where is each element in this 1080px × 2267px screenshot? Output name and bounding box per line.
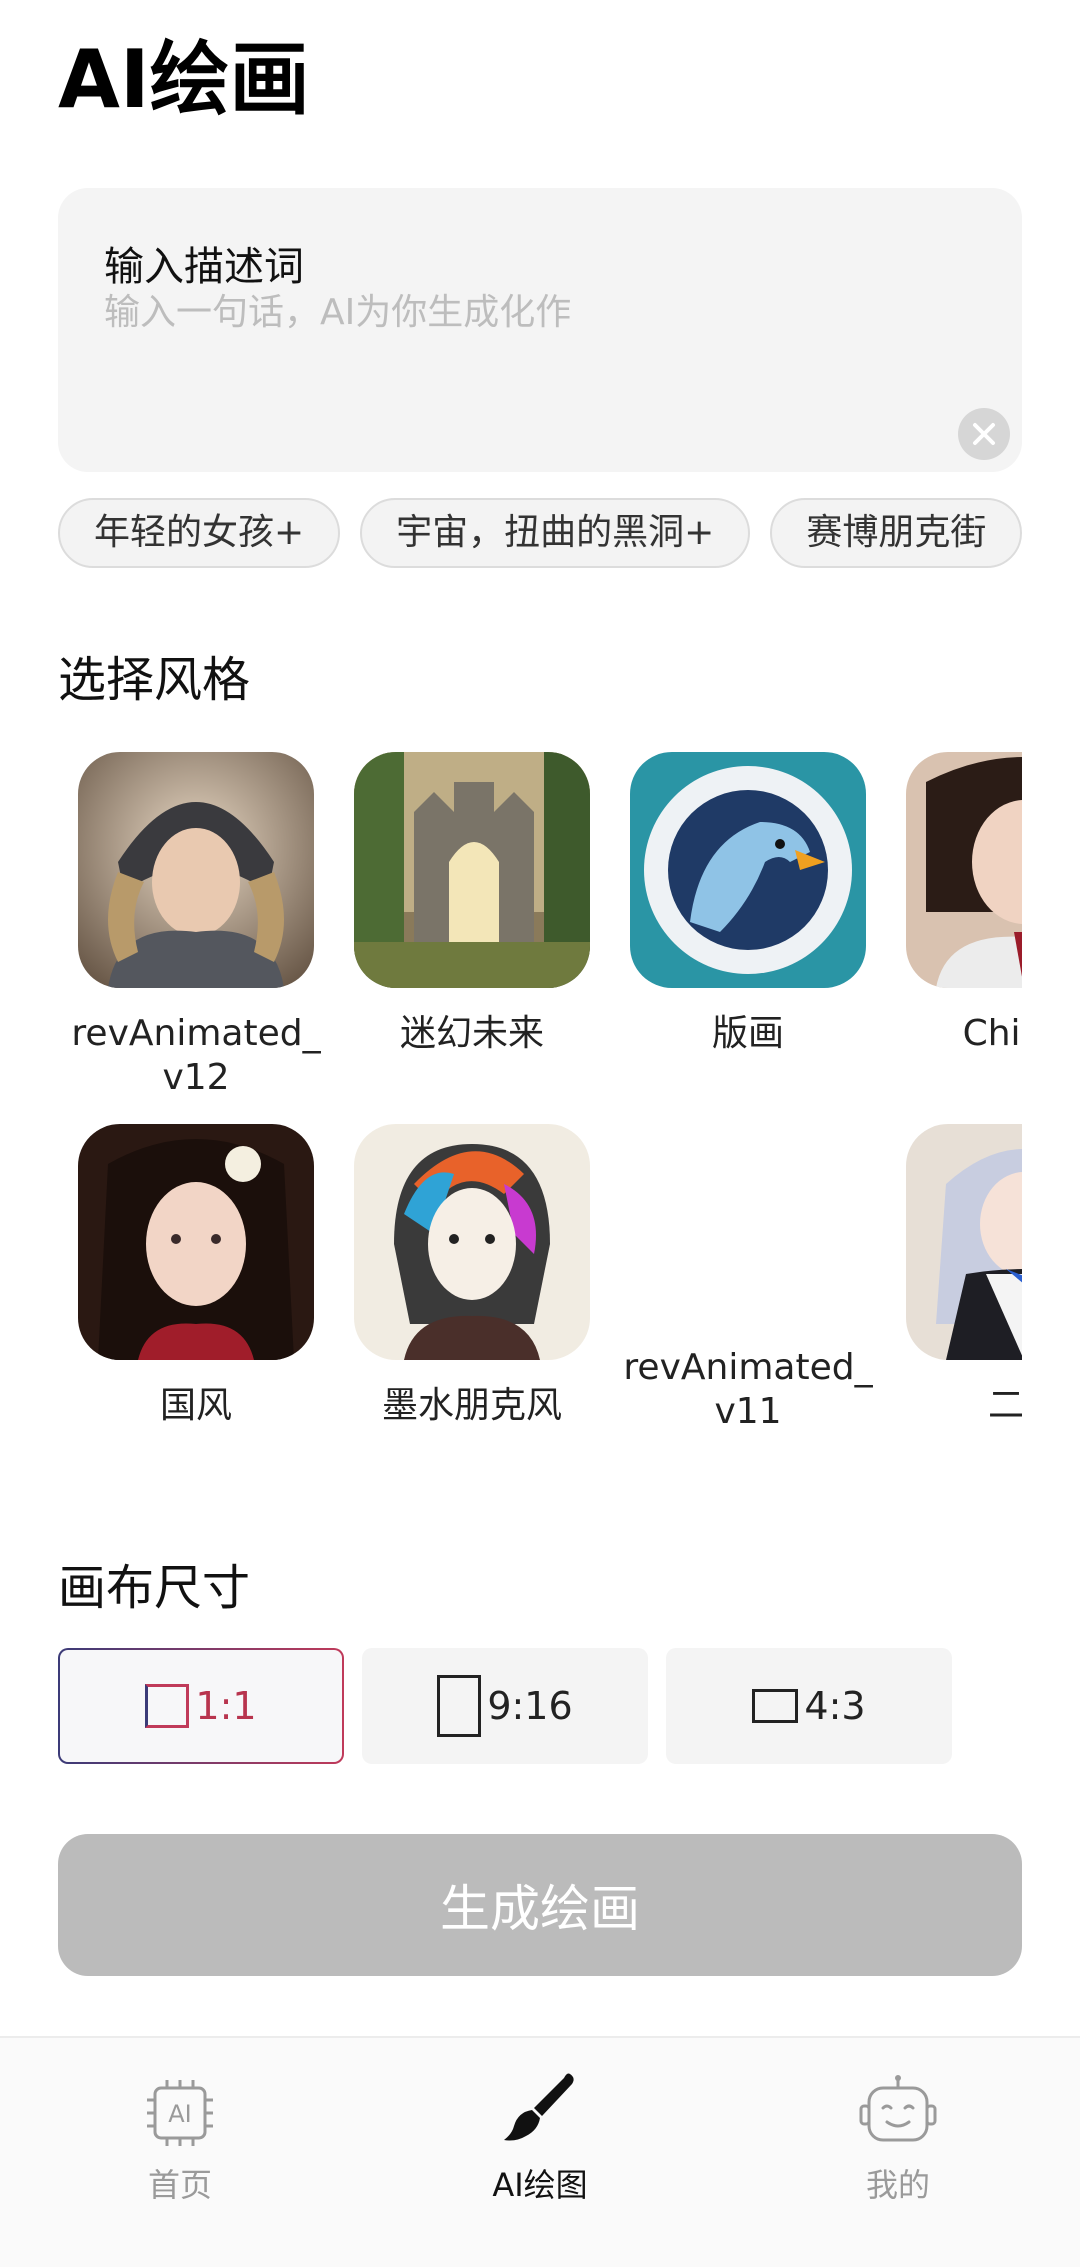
empty-thumbnail (630, 1124, 866, 1360)
style-grid: revAnimated_ v12 迷幻未来 版画 Chi 国风 墨水朋克风 re… (58, 752, 1022, 1492)
nav-item-ai-drawing[interactable]: AI绘图 (440, 2068, 640, 2206)
ratio-option-4-3[interactable]: 4:3 (666, 1648, 952, 1764)
suggestion-chip[interactable]: 年轻的女孩+ (58, 498, 341, 568)
ratio-label: 4:3 (804, 1684, 866, 1728)
paint-brush-icon (504, 2073, 574, 2141)
style-label: 墨水朋克风 (381, 1385, 562, 1426)
style-section-title: 选择风格 (58, 652, 251, 708)
page-title: AI绘画 (58, 33, 310, 126)
armored-knight-girl-image (78, 752, 314, 988)
canvas-size-options: 1:1 9:16 4:3 (58, 1648, 1022, 1764)
robot-face-icon (859, 2075, 937, 2142)
paper-eagle-image (630, 752, 866, 988)
prompt-box[interactable]: 输入描述词 (58, 188, 1022, 472)
nav-item-home[interactable]: AI 首页 (80, 2068, 280, 2206)
style-label: 二次 (987, 1385, 1022, 1426)
style-label: revAnimated_ v12 (71, 1013, 321, 1098)
ratio-option-9-16[interactable]: 9:16 (362, 1648, 648, 1764)
style-item[interactable]: revAnimated_ v12 (58, 752, 334, 1100)
castle-forest-image (354, 752, 590, 988)
style-item[interactable]: 国风 (58, 1124, 334, 1428)
style-item[interactable]: 迷幻未来 (334, 752, 610, 1056)
style-item[interactable]: 墨水朋克风 (334, 1124, 610, 1428)
ratio-option-1-1[interactable]: 1:1 (58, 1648, 344, 1764)
landscape-icon (752, 1689, 799, 1723)
prompt-input[interactable] (104, 292, 954, 333)
suggestion-chip[interactable]: 赛博朋克街 (770, 498, 1022, 568)
anime-maid-image (906, 1124, 1022, 1360)
clear-button[interactable] (958, 408, 1010, 460)
style-label: 版画 (711, 1013, 784, 1054)
ratio-label: 9:16 (487, 1684, 573, 1728)
ai-chip-icon: AI (147, 2080, 213, 2146)
nav-label: 我的 (865, 2166, 930, 2204)
suggestion-chip[interactable]: 宇宙，扭曲的黑洞+ (360, 498, 751, 568)
style-item[interactable]: revAnimated_ v11 (610, 1124, 886, 1434)
bottom-nav: AI 首页 AI绘图 我的 (0, 2036, 1080, 2267)
style-label: 迷幻未来 (399, 1013, 544, 1054)
qipao-girl-image (906, 752, 1022, 988)
ratio-label: 1:1 (195, 1684, 257, 1728)
nav-item-profile[interactable]: 我的 (798, 2068, 998, 2206)
style-item[interactable]: Chillou (886, 752, 1022, 1056)
close-icon (973, 423, 995, 445)
nav-label: AI绘图 (492, 2166, 588, 2204)
prompt-suggestions: 年轻的女孩+ 宇宙，扭曲的黑洞+ 赛博朋克街 (58, 498, 1022, 568)
style-item[interactable]: 版画 (610, 752, 886, 1056)
portrait-icon (437, 1675, 482, 1737)
style-item[interactable]: 二次 (886, 1124, 1022, 1428)
square-icon (145, 1684, 190, 1728)
nav-label: 首页 (147, 2166, 212, 2204)
prompt-label: 输入描述词 (104, 244, 304, 290)
style-label: 国风 (159, 1385, 232, 1426)
chinese-style-girl-image (78, 1124, 314, 1360)
chip-text: AI (168, 2100, 192, 2128)
generate-button[interactable]: 生成绘画 (58, 1834, 1022, 1976)
style-label: Chillou (962, 1013, 1022, 1054)
ink-punk-girl-image (354, 1124, 590, 1360)
canvas-section-title: 画布尺寸 (58, 1560, 251, 1616)
